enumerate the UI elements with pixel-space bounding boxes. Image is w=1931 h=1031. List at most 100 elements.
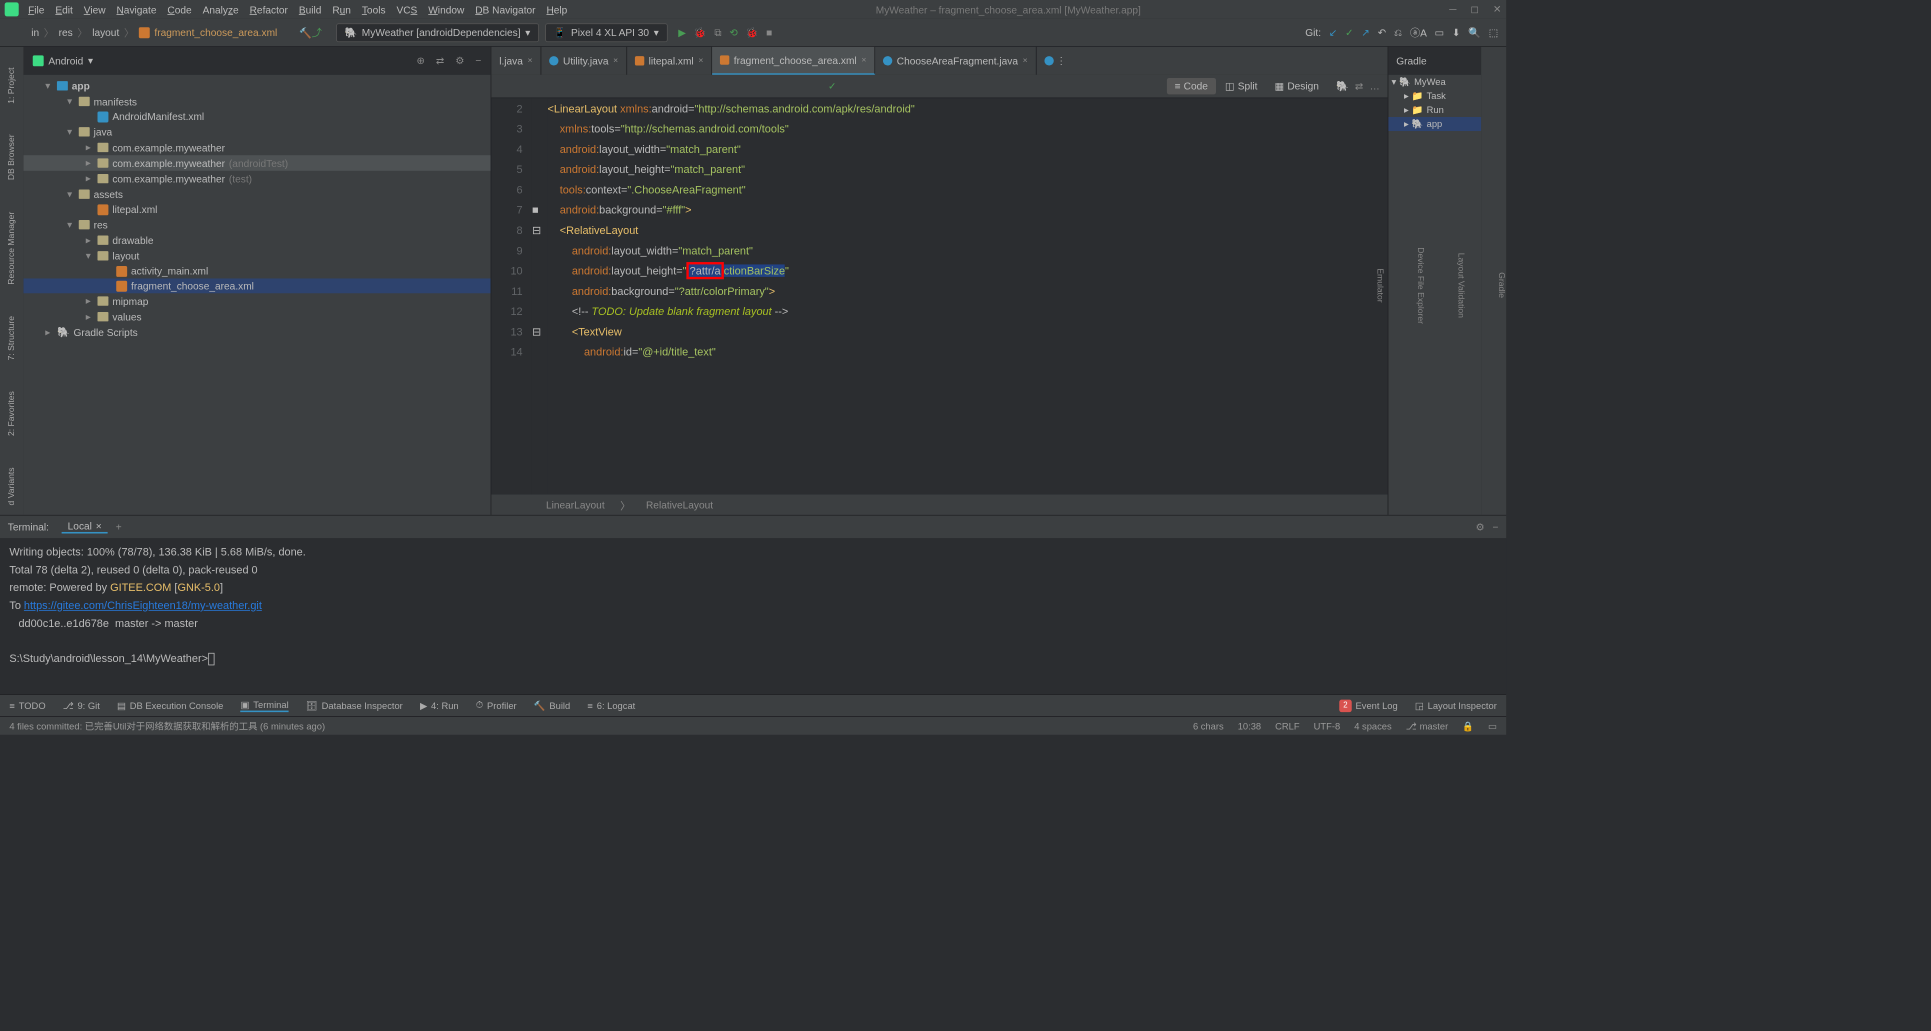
close-icon[interactable]: ×	[96, 520, 102, 532]
debug-button[interactable]: 🐞	[694, 26, 707, 38]
settings-icon[interactable]: ⬚	[1489, 26, 1499, 38]
panel-logcat[interactable]: ≡ 6: Logcat	[587, 700, 635, 711]
menu-refactor[interactable]: Refactor	[250, 4, 288, 16]
panel-todo[interactable]: ≡ TODO	[9, 700, 45, 711]
view-split[interactable]: ◫ Split	[1217, 78, 1265, 95]
gradle-run[interactable]: ▸📁Run	[1388, 103, 1481, 117]
status-line-ending[interactable]: CRLF	[1275, 720, 1299, 731]
tree-mipmap[interactable]: ▸mipmap	[23, 293, 490, 309]
tree-values[interactable]: ▸values	[23, 309, 490, 325]
sdk-button[interactable]: ⬇	[1452, 26, 1461, 38]
menu-run[interactable]: Run	[332, 4, 351, 16]
menu-help[interactable]: Help	[546, 4, 567, 16]
menu-db-navigator[interactable]: DB Navigator	[475, 4, 535, 16]
gradle-tasks[interactable]: ▸📁Task	[1388, 89, 1481, 103]
more-icon[interactable]: …	[1370, 80, 1380, 92]
status-caret-position[interactable]: 10:38	[1238, 720, 1261, 731]
xml-crumb[interactable]: LinearLayout	[546, 499, 605, 511]
status-git-branch[interactable]: ⎇ master	[1406, 720, 1449, 731]
maximize-button[interactable]: ◻	[1471, 3, 1479, 15]
tab-choose-area-fragment[interactable]: ChooseAreaFragment.java×	[875, 47, 1036, 75]
panel-favorites[interactable]: 2: Favorites	[7, 391, 16, 436]
tree-fragment-choose-area[interactable]: fragment_choose_area.xml	[23, 278, 490, 293]
select-opened-file-icon[interactable]: ⊕	[416, 55, 425, 67]
gradle-root[interactable]: ▾🐘MyWea	[1388, 75, 1481, 89]
breadcrumb-part[interactable]: res	[59, 27, 73, 39]
device-selector[interactable]: 📱 Pixel 4 XL API 30 ▾	[545, 23, 667, 42]
view-design[interactable]: ▦ Design	[1267, 78, 1327, 95]
panel-device-file-explorer[interactable]: Device File Explorer	[1416, 247, 1425, 324]
tab-l-java[interactable]: l.java×	[491, 47, 541, 75]
panel-run[interactable]: ▶ 4: Run	[420, 700, 459, 711]
status-indent[interactable]: 4 spaces	[1354, 720, 1391, 731]
tabs-overflow-icon[interactable]: ⋮	[1056, 55, 1066, 67]
breadcrumb-current[interactable]: fragment_choose_area.xml	[154, 27, 277, 39]
panel-resource-manager[interactable]: Resource Manager	[7, 212, 16, 285]
panel-git[interactable]: ⎇ 9: Git	[63, 700, 100, 711]
git-rollback-button[interactable]: ⎌	[1394, 26, 1402, 38]
panel-emulator[interactable]: Emulator	[1375, 268, 1384, 302]
tree-pkg-test[interactable]: ▸com.example.myweather (test)	[23, 171, 490, 187]
tree-activity-main[interactable]: activity_main.xml	[23, 264, 490, 279]
tree-app[interactable]: ▾app	[23, 78, 490, 94]
code-content[interactable]: <LinearLayout xmlns:android="http://sche…	[548, 98, 1388, 494]
panel-db-inspector[interactable]: 🗄 Database Inspector	[306, 700, 403, 711]
gear-icon[interactable]: ⚙	[1476, 521, 1485, 533]
tab-fragment-choose-area[interactable]: fragment_choose_area.xml×	[712, 47, 875, 75]
stop-button[interactable]: ■	[766, 27, 772, 39]
tree-gradle-scripts[interactable]: ▸🐘Gradle Scripts	[23, 324, 490, 340]
tree-manifests[interactable]: ▾manifests	[23, 94, 490, 110]
search-icon[interactable]: 🔍	[1468, 26, 1481, 38]
panel-gradle[interactable]: Gradle	[1497, 273, 1506, 299]
git-history-button[interactable]: ↶	[1378, 26, 1387, 38]
panel-profiler[interactable]: ⏱ Profiler	[476, 700, 517, 712]
gradle-app[interactable]: ▸🐘app	[1388, 117, 1481, 131]
git-update-button[interactable]: ↙	[1329, 26, 1338, 38]
breadcrumb-part[interactable]: layout	[92, 27, 119, 39]
tree-java[interactable]: ▾java	[23, 124, 490, 140]
run-config-selector[interactable]: 🐘 MyWeather [androidDependencies] ▾	[336, 23, 539, 42]
git-remote-url[interactable]: https://gitee.com/ChrisEighteen18/my-wea…	[24, 599, 262, 611]
terminal-tab-local[interactable]: Local ×	[61, 520, 108, 533]
menu-tools[interactable]: Tools	[362, 4, 386, 16]
minimize-button[interactable]: ─	[1449, 3, 1456, 15]
no-problems-icon[interactable]: ✓	[828, 80, 837, 92]
menu-vcs[interactable]: VCS	[396, 4, 417, 16]
panel-build[interactable]: 🔨 Build	[534, 700, 570, 711]
tree-pkg-main[interactable]: ▸com.example.myweather	[23, 140, 490, 156]
panel-project[interactable]: 1: Project	[7, 67, 16, 103]
gear-icon[interactable]: ⚙	[455, 55, 464, 67]
tree-assets[interactable]: ▾assets	[23, 186, 490, 202]
translate-icon[interactable]: ⓐA	[1410, 25, 1427, 40]
breadcrumb-part[interactable]: in	[31, 27, 39, 39]
menu-build[interactable]: Build	[299, 4, 322, 16]
terminal-output[interactable]: Writing objects: 100% (78/78), 136.38 Ki…	[0, 538, 1506, 694]
close-icon[interactable]: ×	[861, 55, 866, 64]
view-code[interactable]: ≡ Code	[1167, 78, 1216, 94]
layout-action-icon[interactable]: 🐘	[1336, 80, 1349, 92]
apply-changes-button[interactable]: ⟲	[729, 26, 738, 38]
attach-debugger-button[interactable]: 🐞	[746, 26, 759, 38]
build-icon[interactable]: 🔨⤴	[299, 25, 322, 40]
panel-structure[interactable]: 7: Structure	[7, 316, 16, 360]
expand-all-icon[interactable]: ⇄	[436, 55, 445, 67]
close-icon[interactable]: ×	[1023, 56, 1028, 65]
close-icon[interactable]: ×	[613, 56, 618, 65]
close-button[interactable]: ✕	[1493, 3, 1502, 15]
tab-litepal[interactable]: litepal.xml×	[627, 47, 712, 75]
panel-db-browser[interactable]: DB Browser	[7, 135, 16, 181]
panel-terminal[interactable]: ▣ Terminal	[241, 699, 289, 711]
close-icon[interactable]: ×	[528, 56, 533, 65]
close-icon[interactable]: ×	[698, 56, 703, 65]
menu-edit[interactable]: Edit	[55, 4, 72, 16]
project-view-selector[interactable]: Android ▾	[33, 55, 93, 67]
tree-layout[interactable]: ▾layout	[23, 248, 490, 264]
xml-crumb[interactable]: RelativeLayout	[646, 499, 713, 511]
menu-file[interactable]: File	[28, 4, 44, 16]
menu-navigate[interactable]: Navigate	[116, 4, 156, 16]
panel-db-console[interactable]: ▤ DB Execution Console	[117, 700, 223, 711]
run-button[interactable]: ▶	[678, 26, 686, 38]
menu-view[interactable]: View	[84, 4, 106, 16]
git-commit-button[interactable]: ✓	[1345, 26, 1354, 38]
hide-panel-icon[interactable]: −	[475, 55, 481, 67]
